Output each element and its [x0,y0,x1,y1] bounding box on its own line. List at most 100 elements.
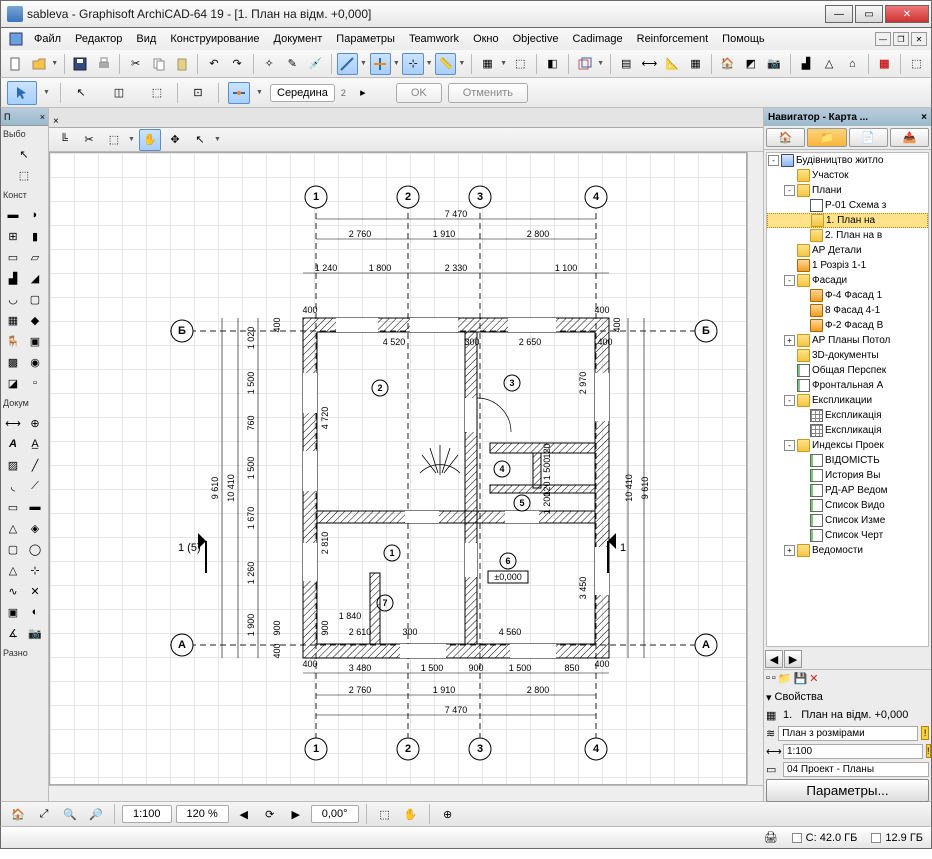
ruler-icon[interactable]: 📏 [435,53,456,75]
stair-tool[interactable]: ▟ [3,268,23,288]
menu-вид[interactable]: Вид [129,31,163,47]
3d-section-icon[interactable]: ◩ [740,53,761,75]
arc-tool[interactable]: ◟ [3,476,23,496]
tree-node[interactable]: Список Черт [767,528,928,543]
snap-midpoint-button[interactable] [228,82,250,104]
beam-tool[interactable]: ▭ [3,247,23,267]
hotspot-tool[interactable]: ✕ [25,581,45,601]
tree-node[interactable]: +АР Планы Потол [767,333,928,348]
nav-tab-publisher[interactable]: 📤 [890,128,929,147]
text-tool[interactable]: A [3,434,23,454]
suspend-groups-icon[interactable]: ⬚ [510,53,531,75]
undo-icon[interactable]: ↶ [203,53,224,75]
worksheet-tool[interactable]: ▢ [3,539,23,559]
snap-guide-2-icon[interactable] [370,53,391,75]
window-tool[interactable]: ⊞ [3,226,23,246]
pens-icon[interactable]: ▦ [685,53,706,75]
menu-редактор[interactable]: Редактор [68,31,129,47]
camera-icon[interactable]: 📷 [763,53,784,75]
wall-end-tool[interactable]: ▫ [25,373,45,393]
menu-teamwork[interactable]: Teamwork [402,31,466,47]
curtain-tool[interactable]: ▦ [3,310,23,330]
qb-dotted-rect-icon[interactable]: ⬚ [103,129,125,151]
nav-btn-left[interactable]: ◀ [765,650,783,668]
toolbox-close-icon[interactable]: × [40,112,45,122]
tree-node[interactable]: Участок [767,168,928,183]
snap-guide-3-icon[interactable]: ⊹ [402,53,423,75]
menu-помощь[interactable]: Помощь [715,31,772,47]
qb-wall-icon[interactable]: ╚ [53,129,75,151]
menu-reinforcement[interactable]: Reinforcement [630,31,716,47]
menu-objective[interactable]: Objective [506,31,566,47]
drawing-tool[interactable]: ▭ [3,497,23,517]
camera-tool[interactable]: 📷 [25,623,45,643]
nav-tab-layout[interactable]: 📄 [849,128,888,147]
grid-tool[interactable]: ⊹ [25,560,45,580]
mesh-tool[interactable]: ▩ [3,352,23,372]
tree-node[interactable]: АР Детали [767,243,928,258]
new-file-icon[interactable] [5,53,26,75]
tree-node[interactable]: Експликація [767,408,928,423]
ifc-icon[interactable]: ▦ [874,53,895,75]
wall-tool[interactable]: ▬ [3,205,23,225]
cut-icon[interactable]: ✂ [125,53,146,75]
change-tool[interactable]: △ [3,560,23,580]
grid-snap-icon[interactable]: ▦ [477,53,498,75]
tree-node[interactable]: Експликація [767,423,928,438]
horizontal-scrollbar[interactable] [49,785,763,801]
params-button[interactable]: Параметры... [766,779,929,802]
vertical-scrollbar[interactable] [747,152,763,785]
mdi-minimize-button[interactable]: — [875,32,891,46]
ok-button[interactable]: OK [396,83,442,103]
home-view-icon[interactable]: 🏠 [7,803,29,825]
navigator-close-icon[interactable]: × [921,112,927,123]
qb-hand-icon[interactable]: ✋ [139,129,161,151]
snap-guide-1-icon[interactable] [337,53,358,75]
tree-node[interactable]: -Индексы Проек [767,438,928,453]
prop-btn-new-folder[interactable]: 📁 [778,672,792,685]
tree-node[interactable]: 1. План на [767,213,928,228]
column-tool[interactable]: ▮ [25,226,45,246]
truss-icon[interactable]: △ [819,53,840,75]
save-icon[interactable] [70,53,91,75]
prop-scale-input[interactable] [783,744,923,759]
tree-node[interactable]: Р-01 Схема з [767,198,928,213]
qb-move-icon[interactable]: ✥ [164,129,186,151]
navigator-tree[interactable]: -Будівництво житлоУчасток-ПланиР-01 Схем… [766,152,929,647]
arrow-mode-icon[interactable] [7,81,37,105]
copy-icon[interactable] [148,53,169,75]
tree-node[interactable]: Список Изме [767,513,928,528]
layers-icon[interactable]: ▤ [616,53,637,75]
polyline-tool[interactable]: ⟋ [25,476,45,496]
canvas[interactable]: 1 2 3 4 1 2 3 4 Б Б А А [49,152,747,785]
prop-btn-delete[interactable]: ✕ [809,672,818,685]
dimension-tool[interactable]: ⟷ [3,413,23,433]
tree-node[interactable]: Ф-2 Фасад В [767,318,928,333]
corner-window-tool[interactable]: ◪ [3,373,23,393]
app-menu-icon[interactable] [5,28,27,50]
angle-field[interactable]: 0,00° [311,805,359,823]
shell-tool[interactable]: ◡ [3,289,23,309]
slab-tool[interactable]: ▱ [25,247,45,267]
cursor-feedback-icon[interactable]: ◧ [542,53,563,75]
roof-maker-icon[interactable]: ⌂ [842,53,863,75]
select-dotted-icon[interactable]: ⬚ [146,82,168,104]
3d-house-icon[interactable]: 🏠 [717,53,738,75]
redo-icon[interactable]: ↷ [227,53,248,75]
tree-node[interactable]: 8 Фасад 4-1 [767,303,928,318]
menu-документ[interactable]: Документ [267,31,330,47]
quick-select-icon[interactable]: ⊡ [187,82,209,104]
dimension-setup-icon[interactable]: ⟷ [639,53,660,75]
zoom-field[interactable]: 120 % [176,805,229,823]
orient-icon[interactable]: ⟳ [259,803,281,825]
tree-node[interactable]: 1 Розріз 1-1 [767,258,928,273]
tree-node[interactable]: ВІДОМІСТЬ [767,453,928,468]
marquee-zoom-icon[interactable]: ⬚ [374,803,396,825]
menu-окно[interactable]: Окно [466,31,506,47]
prop-btn-2[interactable]: ▫ [772,672,776,685]
line-tool[interactable]: ╱ [25,455,45,475]
cancel-button[interactable]: Отменить [448,83,528,103]
play-icon[interactable]: ▸ [352,82,374,104]
prop-layout-input[interactable] [783,762,929,777]
menu-файл[interactable]: Файл [27,31,68,47]
